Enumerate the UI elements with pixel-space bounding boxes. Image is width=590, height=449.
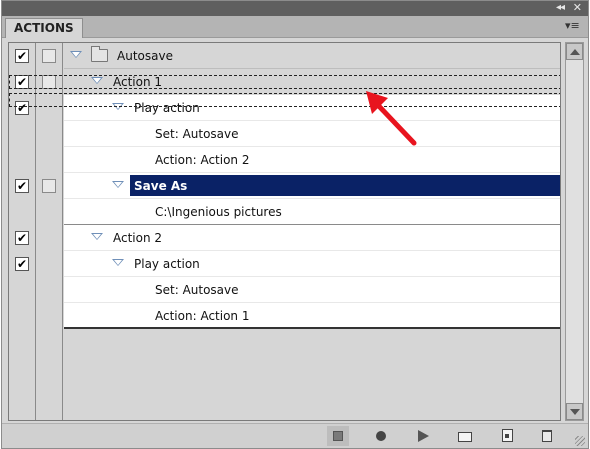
dialog-toggle[interactable] [42,179,56,193]
record-button[interactable] [370,426,392,446]
param-label: Action: Action 2 [155,153,250,167]
command-label: Play action [134,101,200,115]
toggle-checkbox[interactable]: ✔ [15,179,29,193]
resize-grip-icon[interactable] [575,436,585,446]
row-content: Play action [64,95,560,121]
list-item-param[interactable]: Action: Action 1 [9,303,560,329]
row-content: Action 2 [64,225,560,251]
expand-triangle-icon[interactable] [70,51,82,58]
tab-row: ACTIONS ▾≡ [2,16,588,38]
toggle-checkbox[interactable]: ✔ [15,49,29,63]
list-item-action-2[interactable]: ✔ Action 2 [9,225,560,251]
expand-triangle-icon[interactable] [112,103,124,110]
set-label: Autosave [117,49,173,63]
folder-icon [91,46,108,62]
expand-triangle-icon[interactable] [91,77,103,84]
list-item-action-1[interactable]: ✔ Action 1 [9,69,560,95]
stop-button[interactable] [327,426,349,446]
list-item-play-action[interactable]: ✔ Play action [9,251,560,277]
panel-menu-icon[interactable]: ▾≡ [565,19,583,33]
list-item-param[interactable]: C:\Ingenious pictures [9,199,560,225]
selection-highlight [130,175,560,196]
play-icon [418,430,429,442]
row-content: Autosave [64,43,560,69]
list-item-param[interactable]: Set: Autosave [9,277,560,303]
actions-list: ✔ Autosave ✔ Action 1 ✔ Play action Set:… [8,42,561,421]
expand-triangle-icon[interactable] [91,233,103,240]
tab-actions[interactable]: ACTIONS [5,18,83,38]
toggle-checkbox[interactable]: ✔ [15,75,29,89]
command-label: Save As [134,179,188,193]
row-content: Save As [64,173,560,199]
trash-icon [542,430,552,442]
action-label: Action 1 [113,75,163,89]
list-item-param[interactable]: Set: Autosave [9,121,560,147]
row-content: Action: Action 2 [64,147,560,173]
row-content: C:\Ingenious pictures [64,199,560,225]
toggle-checkbox[interactable]: ✔ [15,257,29,271]
param-label: Set: Autosave [155,283,239,297]
toggle-checkbox[interactable]: ✔ [15,231,29,245]
new-set-button[interactable] [454,426,476,446]
expand-triangle-icon[interactable] [112,259,124,266]
annotation-arrow-icon [366,91,417,146]
toggle-checkbox[interactable]: ✔ [15,101,29,115]
play-button[interactable] [412,426,434,446]
stop-icon [333,431,343,441]
new-set-icon [458,432,472,442]
panel-top-strip: ◂◂ ✕ [2,1,588,16]
record-icon [376,431,386,441]
expand-triangle-icon[interactable] [112,181,124,188]
list-item-play-action[interactable]: ✔ Play action [9,95,560,121]
bottom-toolbar [2,423,588,448]
delete-button[interactable] [536,426,558,446]
collapse-icon[interactable]: ◂◂ [556,2,565,13]
dialog-toggle[interactable] [42,75,56,89]
row-content: Set: Autosave [64,277,560,303]
scroll-up-icon[interactable] [566,43,583,60]
action-label: Action 2 [113,231,163,245]
param-label: Action: Action 1 [155,309,250,323]
param-label: C:\Ingenious pictures [155,205,282,219]
new-action-button[interactable] [496,426,518,446]
list-item-param[interactable]: Action: Action 2 [9,147,560,173]
row-content: Play action [64,251,560,277]
list-item-save-as[interactable]: ✔ Save As [9,173,560,199]
dialog-toggle[interactable] [42,49,56,63]
list-item-set-autosave[interactable]: ✔ Autosave [9,43,560,69]
row-content: Action: Action 1 [64,303,560,329]
row-content: Action 1 [64,69,560,95]
actions-panel: ◂◂ ✕ ACTIONS ▾≡ ✔ Autosave ✔ Action 1 ✔ … [1,0,589,449]
new-action-icon [502,429,513,442]
param-label: Set: Autosave [155,127,239,141]
row-content: Set: Autosave [64,121,560,147]
scroll-down-icon[interactable] [566,403,583,420]
command-label: Play action [134,257,200,271]
vertical-scrollbar[interactable] [565,42,584,421]
close-icon[interactable]: ✕ [573,1,582,14]
